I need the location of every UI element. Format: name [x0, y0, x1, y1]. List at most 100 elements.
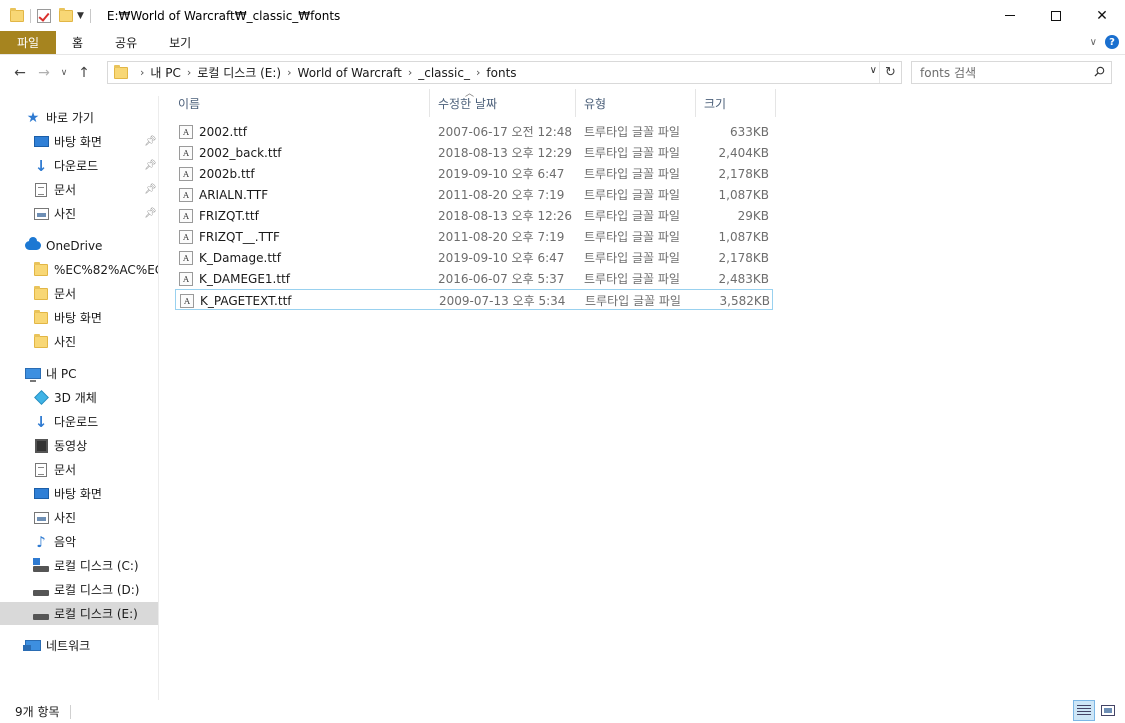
pin-icon[interactable]: 📌︎: [144, 160, 157, 171]
close-button[interactable]: ✕: [1079, 0, 1125, 31]
sidebar-item-label: 문서: [54, 463, 77, 477]
pin-icon[interactable]: 📌︎: [144, 184, 157, 195]
sidebar-item-quick-pictures[interactable]: 사진 📌︎: [0, 202, 158, 225]
file-type: 트루타입 글꼴 파일: [584, 188, 680, 202]
address-bar[interactable]: › 내 PC › 로컬 디스크 (E:) › World of Warcraft…: [107, 61, 902, 84]
sidebar-item-label: 바로 가기: [46, 111, 94, 125]
sidebar-item-onedrive-folder[interactable]: %EC%82%AC%EC%: [0, 258, 158, 281]
sidebar-item-onedrive-pictures[interactable]: 사진: [0, 330, 158, 353]
breadcrumb-this-pc[interactable]: 내 PC: [150, 64, 180, 81]
file-row[interactable]: A FRIZQT__.TTF 2011-08-20 오후 7:19 트루타입 글꼴…: [175, 226, 773, 247]
search-box[interactable]: [911, 61, 1112, 84]
sidebar-item-quick-access[interactable]: ★ 바로 가기: [0, 106, 158, 129]
video-icon: [34, 438, 48, 453]
properties-icon[interactable]: [37, 8, 51, 23]
file-row[interactable]: A ARIALN.TTF 2011-08-20 오후 7:19 트루타입 글꼴 파…: [175, 184, 773, 205]
sidebar-item-drive-c[interactable]: 로컬 디스크 (C:): [0, 554, 158, 577]
chevron-right-icon[interactable]: ›: [140, 66, 144, 79]
sidebar-item-drive-e[interactable]: 로컬 디스크 (E:): [0, 602, 158, 625]
file-row[interactable]: A 2002.ttf 2007-06-17 오전 12:48 트루타입 글꼴 파일…: [175, 121, 773, 142]
sidebar-item-desktop[interactable]: 바탕 화면: [0, 482, 158, 505]
refresh-icon[interactable]: ↻: [879, 62, 901, 83]
pin-icon[interactable]: 📌︎: [144, 208, 157, 219]
file-size: 3,582KB: [719, 293, 770, 308]
tab-share[interactable]: 공유: [99, 31, 153, 54]
breadcrumb-drive-e[interactable]: 로컬 디스크 (E:): [197, 64, 281, 81]
download-icon: ↓: [34, 156, 48, 175]
file-row[interactable]: A 2002b.ttf 2019-09-10 오후 6:47 트루타입 글꼴 파일…: [175, 163, 773, 184]
sidebar-item-label: 바탕 화면: [54, 311, 102, 325]
tab-home[interactable]: 홈: [56, 31, 99, 54]
chevron-right-icon[interactable]: ›: [476, 66, 480, 79]
back-button[interactable]: ←: [8, 61, 32, 85]
large-icons-view-icon: [1101, 705, 1115, 716]
quick-access-toolbar: ▼: [0, 0, 97, 31]
file-row-selected[interactable]: A K_PAGETEXT.ttf 2009-07-13 오후 5:34 트루타입 …: [175, 289, 773, 310]
sidebar-item-label: 내 PC: [46, 367, 77, 381]
forward-arrow-icon: →: [38, 65, 50, 81]
download-icon: ↓: [34, 412, 48, 431]
sidebar-item-quick-downloads[interactable]: ↓ 다운로드 📌︎: [0, 154, 158, 177]
file-row[interactable]: A K_Damage.ttf 2019-09-10 오후 6:47 트루타입 글꼴…: [175, 247, 773, 268]
breadcrumb-world-of-warcraft[interactable]: World of Warcraft: [298, 66, 402, 80]
sidebar-item-quick-desktop[interactable]: 바탕 화면 📌︎: [0, 130, 158, 153]
sidebar-item-music[interactable]: ♪ 음악: [0, 530, 158, 553]
status-bar: 9개 항목: [0, 700, 1125, 723]
maximize-button[interactable]: [1033, 0, 1079, 31]
sidebar-item-network[interactable]: 네트워크: [0, 634, 158, 657]
large-icons-view-button[interactable]: [1097, 700, 1119, 721]
column-header-date[interactable]: 수정한 날짜: [430, 89, 576, 117]
customize-toolbar-chevron-icon[interactable]: ▼: [77, 11, 84, 21]
tab-view[interactable]: 보기: [153, 31, 207, 54]
expand-ribbon-chevron-icon[interactable]: ∨: [1090, 37, 1097, 48]
file-date: 2018-08-13 오후 12:29: [438, 146, 573, 160]
font-file-icon: A: [179, 145, 193, 160]
sidebar-item-onedrive-desktop[interactable]: 바탕 화면: [0, 306, 158, 329]
sidebar-item-pictures[interactable]: 사진: [0, 506, 158, 529]
address-dropdown-icon[interactable]: ∨: [870, 65, 877, 76]
forward-button[interactable]: →: [32, 61, 56, 85]
sidebar-item-onedrive-documents[interactable]: 문서: [0, 282, 158, 305]
sidebar-item-videos[interactable]: 동영상: [0, 434, 158, 457]
chevron-right-icon[interactable]: ›: [187, 66, 191, 79]
sidebar-item-label: 사진: [54, 511, 77, 525]
file-size: 2,178KB: [718, 250, 769, 265]
sidebar-item-this-pc[interactable]: 내 PC: [0, 362, 158, 385]
folder-icon: [34, 309, 48, 324]
file-row[interactable]: A 2002_back.ttf 2018-08-13 오후 12:29 트루타입 …: [175, 142, 773, 163]
sidebar-item-drive-d[interactable]: 로컬 디스크 (D:): [0, 578, 158, 601]
column-header-name[interactable]: 이름: [170, 89, 430, 117]
sidebar-item-downloads[interactable]: ↓ 다운로드: [0, 410, 158, 433]
column-header-type[interactable]: 유형: [576, 89, 696, 117]
file-row[interactable]: A FRIZQT.ttf 2018-08-13 오후 12:26 트루타입 글꼴 …: [175, 205, 773, 226]
sidebar-item-3d-objects[interactable]: 3D 개체: [0, 386, 158, 409]
search-input[interactable]: [920, 65, 1085, 80]
recent-locations-button[interactable]: ∨: [56, 61, 72, 85]
drive-icon: [33, 589, 49, 596]
computer-icon: [25, 368, 41, 382]
new-folder-icon[interactable]: [59, 7, 73, 22]
file-date: 2016-06-07 오후 5:37: [438, 272, 565, 286]
file-row[interactable]: A K_DAMEGE1.ttf 2016-06-07 오후 5:37 트루타입 글…: [175, 268, 773, 289]
breadcrumb-fonts[interactable]: fonts: [486, 66, 516, 80]
tab-file[interactable]: 파일: [0, 31, 56, 54]
document-icon: [35, 462, 47, 477]
sidebar-item-documents[interactable]: 문서: [0, 458, 158, 481]
breadcrumb-classic[interactable]: _classic_: [418, 66, 470, 80]
chevron-right-icon[interactable]: ›: [287, 66, 291, 79]
sidebar-item-quick-documents[interactable]: 문서 📌︎: [0, 178, 158, 201]
minimize-button[interactable]: [987, 0, 1033, 31]
sidebar-item-label: OneDrive: [46, 238, 103, 253]
details-view-button[interactable]: [1073, 700, 1095, 721]
desktop-icon: [33, 488, 49, 499]
up-button[interactable]: ↑: [72, 61, 96, 85]
help-icon[interactable]: ?: [1105, 35, 1119, 49]
pin-icon[interactable]: 📌︎: [144, 136, 157, 147]
star-icon: ★: [26, 109, 40, 126]
file-size: 1,087KB: [718, 229, 769, 244]
chevron-right-icon[interactable]: ›: [408, 66, 412, 79]
search-icon[interactable]: [1094, 66, 1105, 77]
sidebar-item-onedrive[interactable]: OneDrive: [0, 234, 158, 257]
column-header-size[interactable]: 크기: [696, 89, 776, 117]
file-name: 2002.ttf: [199, 124, 247, 139]
